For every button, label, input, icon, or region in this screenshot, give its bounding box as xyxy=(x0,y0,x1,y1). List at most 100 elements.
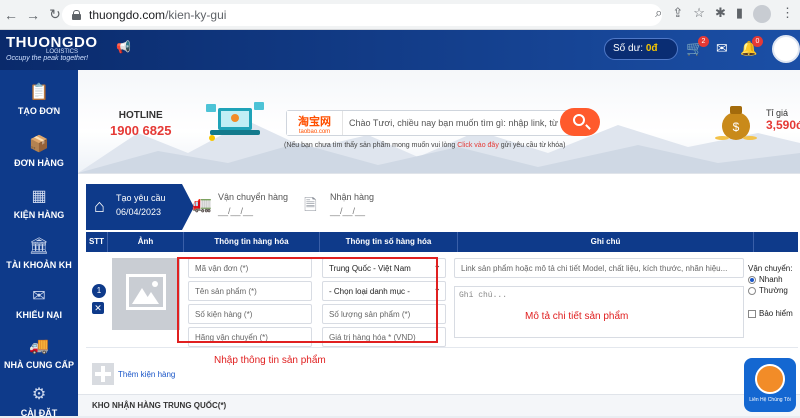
extensions-icon[interactable]: ✱ xyxy=(715,5,726,23)
insurance-label: Bảo hiểm xyxy=(759,309,793,318)
delete-row-button[interactable]: ✕ xyxy=(92,302,104,314)
contact-label: Liên Hệ Chúng Tôi xyxy=(749,397,791,403)
sidebar-item-label: KHIẾU NẠI xyxy=(15,310,62,320)
sidebar-item-label: CÀI ĐẶT xyxy=(20,408,58,418)
sidebar-item-complaints[interactable]: ✉ KHIẾU NẠI xyxy=(0,286,78,320)
complaint-icon: ✉ xyxy=(32,288,46,305)
shopping-illustration-icon xyxy=(206,102,264,141)
svg-text:$: $ xyxy=(733,120,740,134)
gear-icon: ⚙ xyxy=(31,386,47,403)
boxes-icon: ▦ xyxy=(31,188,47,205)
truck-icon: 🚛 xyxy=(192,196,212,213)
note-placeholder: Ghi chú... xyxy=(459,291,508,300)
sidebar: 📋 TẠO ĐƠN 📦 ĐƠN HÀNG ▦ KIỆN HÀNG 🏛 TÀI K… xyxy=(0,70,78,418)
taobao-logo[interactable]: 淘宝网 taobao.com xyxy=(287,111,343,135)
avatar[interactable] xyxy=(772,35,800,63)
balance-label: Số dư: xyxy=(613,43,644,54)
search-button[interactable] xyxy=(560,108,600,136)
progress-steps: ⌂ Tạo yêu cầu 06/04/2023 🚛 Vận chuyển hà… xyxy=(86,184,798,230)
share-icon[interactable]: ⇪ xyxy=(672,5,683,23)
sidebar-item-label: TÀI KHOẢN KH xyxy=(6,260,72,270)
balance-value: 0đ xyxy=(645,43,658,54)
product-image-placeholder[interactable] xyxy=(112,258,180,330)
image-icon xyxy=(126,274,166,310)
bank-icon: 🏛 xyxy=(28,238,50,255)
slogan: Occupy the peak together! xyxy=(6,55,89,62)
header-image: Ảnh xyxy=(108,232,184,252)
search-icon[interactable]: ⌕ xyxy=(655,5,662,23)
insurance-checkbox[interactable] xyxy=(748,309,756,318)
taobao-cn: 淘宝网 xyxy=(298,116,331,128)
home-icon: ⌂ xyxy=(94,196,105,216)
sidepanel-icon[interactable]: ▮ xyxy=(736,5,743,23)
product-link-input[interactable]: Link sản phẩm hoặc mô tả chi tiết Model,… xyxy=(454,258,744,278)
profile-icon[interactable] xyxy=(753,5,771,23)
star-icon[interactable]: ☆ xyxy=(693,5,705,23)
contact-us-button[interactable]: Liên Hệ Chúng Tôi xyxy=(744,358,796,412)
sidebar-item-label: TẠO ĐƠN xyxy=(17,106,61,116)
main-content: HOTLINE 1900 6825 淘宝网 taobao.com Chào Tư… xyxy=(78,70,800,416)
bell-badge: 0 xyxy=(752,36,763,47)
plus-icon xyxy=(92,363,114,385)
balance-pill[interactable]: Số dư: 0đ xyxy=(604,38,678,60)
document-icon: 🗎 xyxy=(304,197,317,214)
header-stt: STT xyxy=(86,232,108,252)
search-icon xyxy=(573,114,585,126)
header-notes: Ghi chú xyxy=(458,232,754,252)
sidebar-item-packages[interactable]: ▦ KIỆN HÀNG xyxy=(0,186,78,220)
clipboard-icon: 📋 xyxy=(29,84,49,101)
table-header: STT Ảnh Thông tin hàng hóa Thông tin số … xyxy=(86,232,798,252)
radio-fast[interactable] xyxy=(748,275,756,284)
menu-icon[interactable]: ⋮ xyxy=(781,5,794,23)
shipping-option-fast[interactable]: Nhanh xyxy=(748,275,798,284)
rate-value: 3,590đ xyxy=(766,118,800,132)
sidebar-item-customer-account[interactable]: 🏛 TÀI KHOẢN KH xyxy=(0,236,78,270)
sidebar-item-orders[interactable]: 📦 ĐƠN HÀNG xyxy=(0,134,78,168)
step-date: __/__/__ xyxy=(218,206,254,216)
shipping-label: Vận chuyển: xyxy=(748,264,793,273)
step-create-request: ⌂ Tạo yêu cầu 06/04/2023 xyxy=(86,184,194,230)
hint-prefix: (Nếu bạn chưa tìm thấy sản phẩm mong muố… xyxy=(284,142,456,149)
add-package-label: Thêm kiện hàng xyxy=(118,369,176,379)
search-hint: (Nếu bạn chưa tìm thấy sản phẩm mong muố… xyxy=(284,142,565,149)
exchange-rate: Tỉ giá 3,590đ xyxy=(766,108,800,132)
add-package-button[interactable]: Thêm kiện hàng xyxy=(92,363,175,385)
note-textarea[interactable]: Ghi chú... Mô tả chi tiết sản phẩm xyxy=(454,286,744,338)
note-annotation: Mô tả chi tiết sản phẩm xyxy=(525,311,629,322)
warehouse-section-title: KHO NHẬN HÀNG TRUNG QUỐC(*) xyxy=(78,394,800,416)
header-goods-info: Thông tin hàng hóa xyxy=(184,232,320,252)
back-icon[interactable]: ← xyxy=(0,7,22,23)
rate-label: Tỉ giá xyxy=(766,108,789,118)
hotline-number[interactable]: 1900 6825 xyxy=(110,123,171,138)
announcement-icon[interactable]: 📢 xyxy=(116,40,131,54)
forward-icon[interactable]: → xyxy=(22,7,44,23)
shipping-option-normal[interactable]: Thường xyxy=(748,286,798,295)
insurance-option[interactable]: Bảo hiểm xyxy=(748,309,798,318)
sidebar-item-suppliers[interactable]: 🚚 NHÀ CUNG CẤP xyxy=(0,336,78,370)
hint-link[interactable]: Click vào đây xyxy=(457,142,499,149)
search-bar: 淘宝网 taobao.com Chào Tươi, chiều nay bạn … xyxy=(286,110,587,136)
sidebar-item-settings[interactable]: ⚙ CÀI ĐẶT xyxy=(0,384,78,418)
header-blank xyxy=(754,232,798,252)
taobao-url: taobao.com xyxy=(298,129,331,135)
search-input[interactable]: Chào Tươi, chiều nay bạn muốn tìm gì: nh… xyxy=(349,118,587,128)
row-number: 1 xyxy=(92,284,106,298)
box-icon: 📦 xyxy=(29,136,49,153)
step-date: 06/04/2023 xyxy=(116,207,162,217)
option-label: Thường xyxy=(759,286,788,295)
mail-icon[interactable]: ✉ xyxy=(716,40,728,57)
hint-suffix: gửi yêu cầu từ khóa) xyxy=(500,142,566,149)
logo[interactable]: THUONGDO LOGISTICS Occupy the peak toget… xyxy=(6,34,98,62)
banner: HOTLINE 1900 6825 淘宝网 taobao.com Chào Tư… xyxy=(78,70,800,174)
header-goods-number-info: Thông tin số hàng hóa xyxy=(320,232,458,252)
sidebar-item-label: ĐƠN HÀNG xyxy=(14,158,64,168)
radio-normal[interactable] xyxy=(748,286,756,295)
url-host: thuongdo.com xyxy=(89,8,166,22)
address-bar[interactable]: thuongdo.com/kien-ky-gui xyxy=(62,4,662,26)
step-title: Nhận hàng xyxy=(330,192,375,202)
hotline: HOTLINE 1900 6825 xyxy=(110,110,171,138)
annotation-box xyxy=(177,257,438,343)
support-agent-icon xyxy=(755,364,785,394)
sidebar-item-create-order[interactable]: 📋 TẠO ĐƠN xyxy=(0,82,78,116)
lock-icon xyxy=(72,10,81,20)
